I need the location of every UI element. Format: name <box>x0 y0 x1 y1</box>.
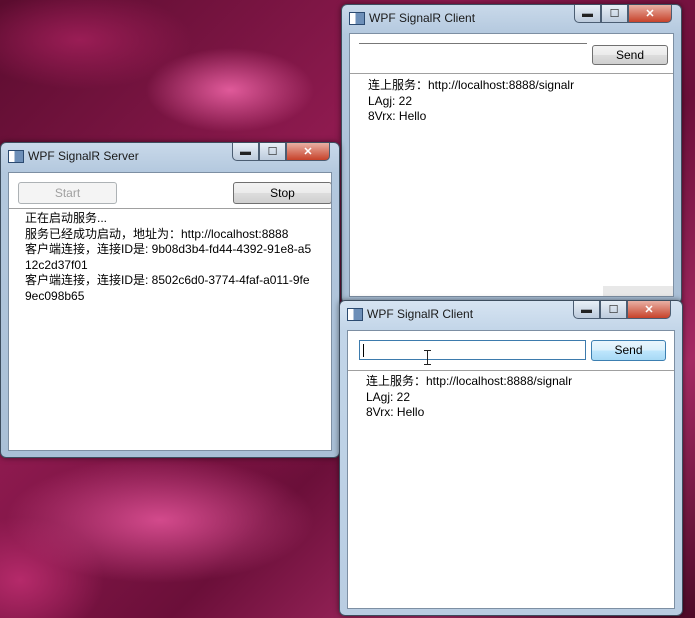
minimize-button[interactable]: ▬ <box>232 143 259 161</box>
app-icon <box>347 308 363 321</box>
minimize-icon: ▬ <box>582 7 593 20</box>
close-button[interactable]: ✕ <box>627 301 671 319</box>
message-input[interactable] <box>359 340 586 360</box>
text-caret <box>363 344 364 357</box>
window-title: WPF SignalR Client <box>367 307 474 321</box>
close-button[interactable]: ✕ <box>286 143 330 161</box>
window-title: WPF SignalR Server <box>28 149 139 163</box>
title-bar[interactable]: WPF SignalR Client ▬ ☐ ✕ <box>342 5 681 31</box>
client-window-2: WPF SignalR Client ▬ ☐ ✕ Send 连上服务：http:… <box>339 300 683 616</box>
separator <box>348 370 674 371</box>
message-log: 连上服务：http://localhost:8888/signalr LAgj:… <box>366 374 573 419</box>
send-button[interactable]: Send <box>592 45 668 65</box>
close-button[interactable]: ✕ <box>628 5 672 23</box>
maximize-icon: ☐ <box>267 146 278 158</box>
minimize-icon: ▬ <box>581 303 592 316</box>
minimize-button[interactable]: ▬ <box>574 5 601 23</box>
send-button[interactable]: Send <box>591 340 666 361</box>
message-log: 连上服务：http://localhost:8888/signalr LAgj:… <box>368 78 575 123</box>
start-button[interactable]: Start <box>18 182 117 204</box>
stop-button[interactable]: Stop <box>233 182 331 204</box>
minimize-icon: ▬ <box>240 145 251 158</box>
scroll-corner <box>603 286 673 296</box>
app-icon <box>8 150 24 163</box>
app-icon <box>349 12 365 25</box>
maximize-icon: ☐ <box>609 8 620 20</box>
close-icon: ✕ <box>644 304 654 316</box>
window-title: WPF SignalR Client <box>369 11 476 25</box>
message-input[interactable] <box>359 43 587 46</box>
maximize-button[interactable]: ☐ <box>601 5 628 23</box>
server-log: 正在启动服务... 服务已经成功启动，地址为：http://localhost:… <box>25 211 312 303</box>
maximize-button[interactable]: ☐ <box>259 143 286 161</box>
close-icon: ✕ <box>645 8 655 20</box>
separator <box>350 73 673 74</box>
server-window: WPF SignalR Server ▬ ☐ ✕ Start Stop 正在启动… <box>0 142 340 458</box>
client-area: Start Stop 正在启动服务... 服务已经成功启动，地址为：http:/… <box>8 172 332 451</box>
client-window-1: WPF SignalR Client ▬ ☐ ✕ Send 连上服务：http:… <box>341 4 682 304</box>
ibeam-cursor-icon <box>424 350 431 365</box>
maximize-icon: ☐ <box>608 304 619 316</box>
minimize-button[interactable]: ▬ <box>573 301 600 319</box>
title-bar[interactable]: WPF SignalR Server ▬ ☐ ✕ <box>1 143 339 169</box>
maximize-button[interactable]: ☐ <box>600 301 627 319</box>
separator <box>9 208 331 209</box>
client-area: Send 连上服务：http://localhost:8888/signalr … <box>347 330 675 609</box>
close-icon: ✕ <box>303 146 313 158</box>
title-bar[interactable]: WPF SignalR Client ▬ ☐ ✕ <box>340 301 682 327</box>
client-area: Send 连上服务：http://localhost:8888/signalr … <box>349 33 674 297</box>
